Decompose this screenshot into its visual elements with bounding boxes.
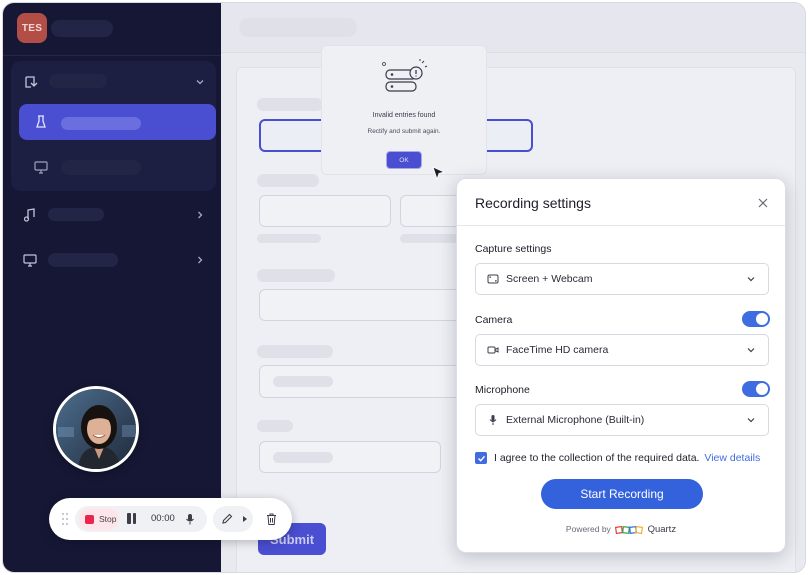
helper-text-placeholder	[400, 234, 464, 243]
sidebar-expanded-group	[11, 61, 216, 191]
error-modal: Invalid entries found Rectify and submit…	[321, 45, 487, 175]
modal-title: Invalid entries found	[372, 112, 436, 119]
chevron-down-icon	[747, 277, 755, 282]
camera-select[interactable]: FaceTime HD camera	[475, 334, 769, 366]
sidebar-item-label-placeholder	[61, 117, 141, 130]
divider	[3, 55, 221, 56]
modal-message: Rectify and submit again.	[367, 128, 441, 135]
refresh-icon	[25, 76, 38, 88]
app-window: TES Submit Invalid entries found Rectify…	[2, 2, 806, 573]
zoho-logo-icon	[615, 525, 644, 534]
capture-settings-value: Screen + Webcam	[506, 273, 593, 285]
chevron-right-icon[interactable]	[195, 255, 205, 265]
stop-icon	[85, 514, 94, 524]
chevron-right-icon[interactable]	[195, 210, 205, 220]
checkmark-icon	[477, 455, 485, 462]
caret-right-icon[interactable]	[242, 515, 248, 523]
microphone-toggle[interactable]	[742, 381, 770, 397]
recorder-toolbar: Stop 00:00	[49, 498, 292, 540]
camera-label: Camera	[475, 314, 513, 326]
capture-settings-label: Capture settings	[475, 243, 552, 255]
server-error-icon	[382, 59, 428, 92]
modal-ok-button[interactable]: OK	[386, 151, 422, 169]
sidebar-item-label-placeholder	[48, 253, 118, 267]
flask-icon	[36, 115, 46, 128]
divider	[457, 225, 785, 226]
trash-icon[interactable]	[265, 512, 278, 526]
video-camera-icon	[487, 346, 499, 354]
drag-handle-icon[interactable]	[61, 512, 69, 526]
powered-by-label: Powered by	[565, 524, 611, 534]
microphone-select[interactable]: External Microphone (Built-in)	[475, 404, 769, 436]
field-label-placeholder	[257, 269, 335, 282]
pencil-icon[interactable]	[220, 512, 234, 526]
panel-title: Recording settings	[475, 195, 591, 211]
field-value-placeholder	[273, 452, 333, 463]
microphone-value: External Microphone (Built-in)	[506, 414, 645, 426]
sidebar-group-label-placeholder	[49, 74, 107, 88]
pause-icon[interactable]	[127, 513, 137, 525]
start-recording-button[interactable]: Start Recording	[541, 479, 703, 509]
consent-checkbox[interactable]	[475, 452, 487, 464]
monitor-icon	[34, 161, 48, 174]
consent-text: I agree to the collection of the require…	[494, 452, 760, 464]
sidebar-item-active[interactable]	[19, 104, 216, 140]
microphone-icon[interactable]	[185, 513, 195, 525]
microphone-label: Microphone	[475, 384, 530, 396]
powered-by: Powered by Quartz	[457, 524, 785, 535]
brand-name: Quartz	[647, 524, 677, 535]
camera-toggle[interactable]	[742, 311, 770, 327]
sidebar: TES	[3, 3, 221, 572]
page-title-placeholder	[239, 18, 357, 37]
capture-settings-select[interactable]: Screen + Webcam	[475, 263, 769, 295]
workspace-avatar[interactable]: TES	[17, 13, 47, 43]
sidebar-item-monitor[interactable]	[19, 149, 216, 185]
field-label-placeholder	[257, 420, 293, 432]
text-field[interactable]	[259, 195, 391, 227]
monitor-icon	[23, 254, 37, 267]
chevron-down-icon[interactable]	[195, 77, 205, 87]
music-note-icon	[23, 208, 35, 222]
recording-timer: 00:00	[151, 513, 175, 524]
consent-label: I agree to the collection of the require…	[494, 452, 700, 464]
field-label-placeholder	[257, 174, 319, 187]
close-icon[interactable]	[757, 197, 769, 209]
chevron-down-icon	[747, 418, 755, 423]
chevron-down-icon	[747, 348, 755, 353]
microphone-icon	[489, 415, 497, 425]
stop-label: Stop	[99, 514, 117, 524]
screen-webcam-icon	[487, 274, 499, 284]
view-details-link[interactable]: View details	[704, 452, 760, 464]
top-bar	[221, 3, 805, 53]
webcam-preview[interactable]	[53, 386, 139, 472]
camera-value: FaceTime HD camera	[506, 344, 609, 356]
mouse-cursor-icon	[432, 166, 446, 181]
stop-button[interactable]: Stop	[79, 508, 119, 530]
field-value-placeholder	[273, 376, 333, 387]
field-label-placeholder	[257, 345, 333, 358]
helper-text-placeholder	[257, 234, 321, 243]
sidebar-item-label-placeholder	[61, 160, 141, 175]
sidebar-item-label-placeholder	[48, 208, 104, 221]
field-label-placeholder	[257, 98, 323, 111]
recording-settings-panel: Recording settings Capture settings Scre…	[456, 178, 786, 553]
workspace-name-placeholder	[51, 20, 113, 37]
